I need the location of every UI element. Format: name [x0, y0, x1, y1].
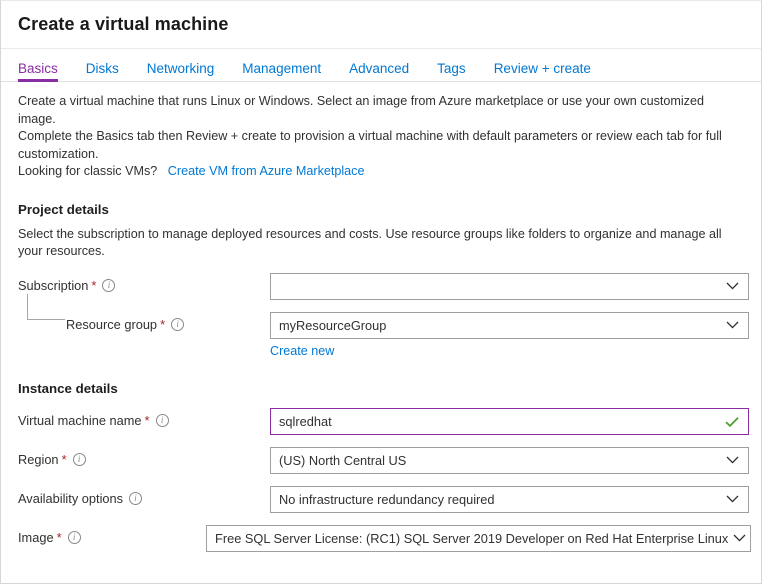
vm-name-label-cell: Virtual machine name * i	[18, 408, 270, 428]
intro-line-3: Looking for classic VMs? Create VM from …	[18, 163, 734, 181]
tab-basics[interactable]: Basics	[18, 61, 72, 83]
blade-content: Create a virtual machine that runs Linux…	[1, 82, 761, 552]
subscription-label-cell: Subscription * i	[18, 273, 270, 293]
resource-group-field-cell: myResourceGroup Create new	[270, 311, 749, 360]
availability-options-label: Availability options	[18, 490, 124, 506]
vm-name-row: Virtual machine name * i sqlredhat	[18, 407, 749, 435]
availability-options-select[interactable]: No infrastructure redundancy required	[270, 485, 749, 513]
project-details-heading: Project details	[18, 201, 109, 217]
intro-line-1: Create a virtual machine that runs Linux…	[18, 94, 704, 126]
image-label-cell: Image * i	[18, 525, 206, 545]
chevron-down-icon	[726, 321, 739, 329]
tab-bar: Basics Disks Networking Management Advan…	[1, 49, 761, 82]
region-label: Region	[18, 451, 59, 467]
image-row: Image * i Free SQL Server License: (RC1)…	[18, 524, 751, 552]
resource-group-row: Resource group * i myResourceGroup Creat…	[18, 293, 749, 360]
chevron-down-icon	[726, 456, 739, 464]
availability-options-value: No infrastructure redundancy required	[279, 491, 495, 507]
blade-titlebar: Create a virtual machine	[1, 1, 761, 49]
image-field-cell: Free SQL Server License: (RC1) SQL Serve…	[206, 524, 751, 552]
chevron-down-icon	[726, 495, 739, 503]
chevron-down-icon	[733, 534, 746, 542]
resource-group-label: Resource group	[66, 316, 158, 332]
info-icon[interactable]: i	[67, 530, 81, 544]
image-label: Image	[18, 529, 54, 545]
page-title: Create a virtual machine	[18, 14, 229, 34]
image-value: Free SQL Server License: (RC1) SQL Serve…	[215, 530, 728, 546]
resource-group-value: myResourceGroup	[279, 317, 387, 333]
tab-review-create[interactable]: Review + create	[480, 61, 605, 83]
subscription-field-cell	[270, 272, 749, 300]
vm-name-label: Virtual machine name	[18, 412, 142, 428]
image-select[interactable]: Free SQL Server License: (RC1) SQL Serve…	[206, 524, 751, 552]
info-icon[interactable]: i	[129, 491, 143, 505]
info-icon[interactable]: i	[171, 317, 185, 331]
required-asterisk: *	[144, 412, 150, 428]
region-value: (US) North Central US	[279, 452, 407, 468]
info-icon[interactable]: i	[155, 413, 169, 427]
tab-disks[interactable]: Disks	[72, 61, 133, 83]
vm-name-input[interactable]: sqlredhat	[270, 407, 749, 435]
info-icon[interactable]: i	[102, 278, 116, 292]
region-select[interactable]: (US) North Central US	[270, 446, 749, 474]
info-icon[interactable]: i	[72, 452, 86, 466]
intro-line-2: Complete the Basics tab then Review + cr…	[18, 129, 722, 161]
resource-group-select[interactable]: myResourceGroup	[270, 311, 749, 339]
subscription-select[interactable]	[270, 272, 749, 300]
tab-advanced[interactable]: Advanced	[335, 61, 423, 83]
subscription-row: Subscription * i	[18, 272, 749, 300]
chevron-down-icon	[726, 282, 739, 290]
vm-name-value: sqlredhat	[279, 413, 332, 429]
resource-group-label-cell: Resource group * i	[18, 293, 270, 332]
subscription-label: Subscription	[18, 277, 89, 293]
instance-details-heading: Instance details	[18, 380, 118, 396]
project-details-subtext: Select the subscription to manage deploy…	[18, 226, 722, 259]
valid-check-icon	[725, 416, 739, 428]
tab-management[interactable]: Management	[228, 61, 335, 83]
create-vm-blade: Create a virtual machine Basics Disks Ne…	[0, 0, 762, 584]
region-row: Region * i (US) North Central US	[18, 446, 749, 474]
classic-vm-prompt: Looking for classic VMs?	[18, 164, 158, 178]
required-asterisk: *	[160, 316, 166, 332]
availability-options-label-cell: Availability options i	[18, 486, 270, 506]
availability-options-row: Availability options i No infrastructure…	[18, 485, 749, 513]
availability-options-field-cell: No infrastructure redundancy required	[270, 485, 749, 513]
tab-tags[interactable]: Tags	[423, 61, 480, 83]
required-asterisk: *	[61, 451, 67, 467]
create-vm-marketplace-link[interactable]: Create VM from Azure Marketplace	[168, 164, 365, 178]
vm-name-field-cell: sqlredhat	[270, 407, 749, 435]
tab-networking[interactable]: Networking	[133, 61, 229, 83]
intro-description: Create a virtual machine that runs Linux…	[18, 93, 734, 181]
region-label-cell: Region * i	[18, 447, 270, 467]
required-asterisk: *	[56, 529, 62, 545]
required-asterisk: *	[91, 277, 97, 293]
create-new-resource-group-link[interactable]: Create new	[270, 344, 334, 358]
region-field-cell: (US) North Central US	[270, 446, 749, 474]
